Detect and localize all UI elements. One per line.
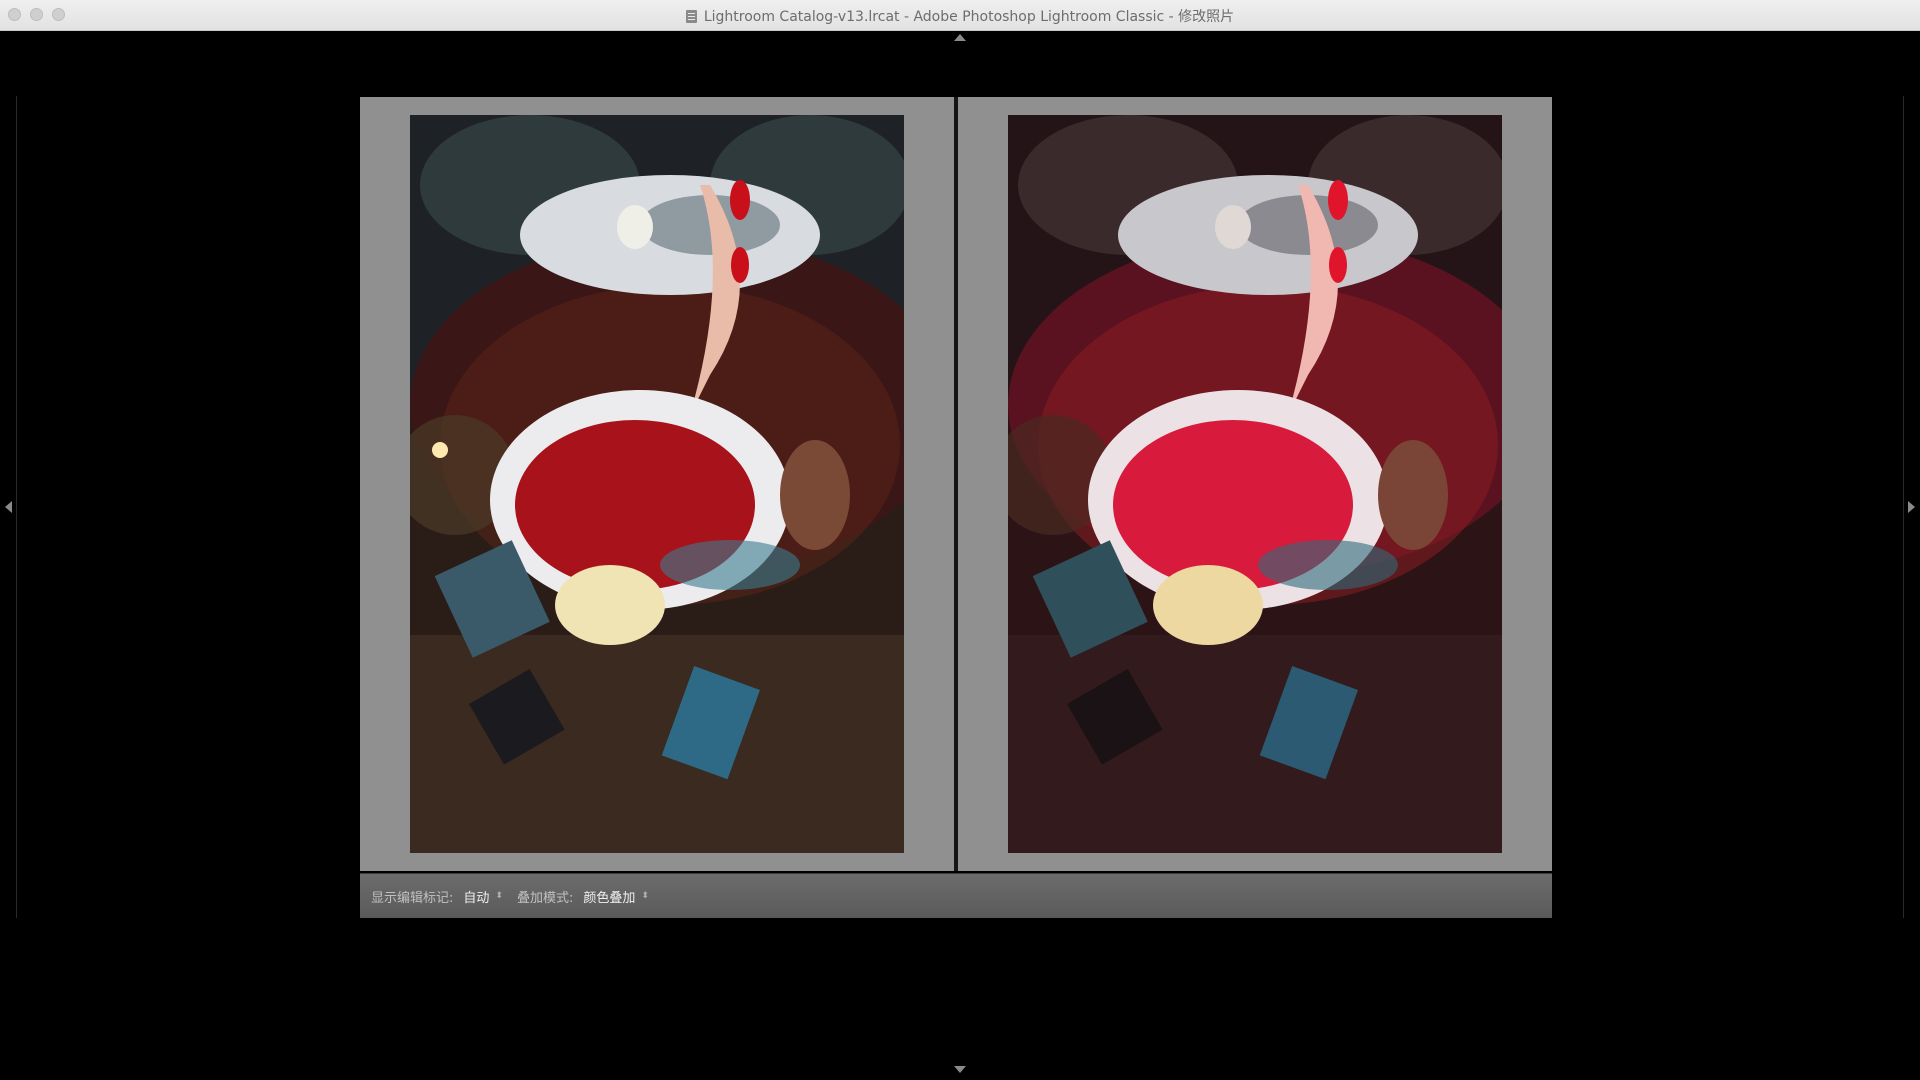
window-title-wrap: Lightroom Catalog-v13.lrcat - Adobe Phot… — [0, 6, 1920, 26]
overlay-mode-select[interactable]: 颜色叠加 — [583, 887, 635, 906]
title-bar: Lightroom Catalog-v13.lrcat - Adobe Phot… — [0, 0, 1920, 31]
compare-toolbar: 显示编辑标记: 自动 ⬍ 叠加模式: 颜色叠加 ⬍ — [360, 873, 1552, 918]
triangle-left-icon[interactable] — [5, 501, 12, 513]
show-edit-pins-select[interactable]: 自动 — [463, 887, 489, 906]
after-photo-panel[interactable] — [958, 97, 1552, 871]
before-photo-image — [410, 115, 904, 853]
show-edit-pins-label: 显示编辑标记: — [371, 890, 454, 906]
before-photo[interactable] — [410, 115, 904, 853]
right-panel-edge[interactable] — [1903, 96, 1904, 918]
window-title: Lightroom Catalog-v13.lrcat - Adobe Phot… — [703, 9, 1235, 25]
triangle-up-icon[interactable] — [954, 34, 966, 41]
chevron-updown-icon[interactable]: ⬍ — [641, 891, 649, 901]
after-photo[interactable] — [1008, 115, 1502, 853]
overlay-mode-label: 叠加模式: — [516, 890, 574, 906]
after-photo-image — [1008, 115, 1502, 853]
triangle-right-icon[interactable] — [1908, 501, 1915, 513]
left-panel-edge[interactable] — [16, 96, 17, 918]
chevron-updown-icon[interactable]: ⬍ — [495, 891, 503, 901]
triangle-down-icon[interactable] — [954, 1066, 966, 1073]
document-icon — [685, 10, 697, 23]
before-photo-panel[interactable] — [360, 97, 954, 871]
